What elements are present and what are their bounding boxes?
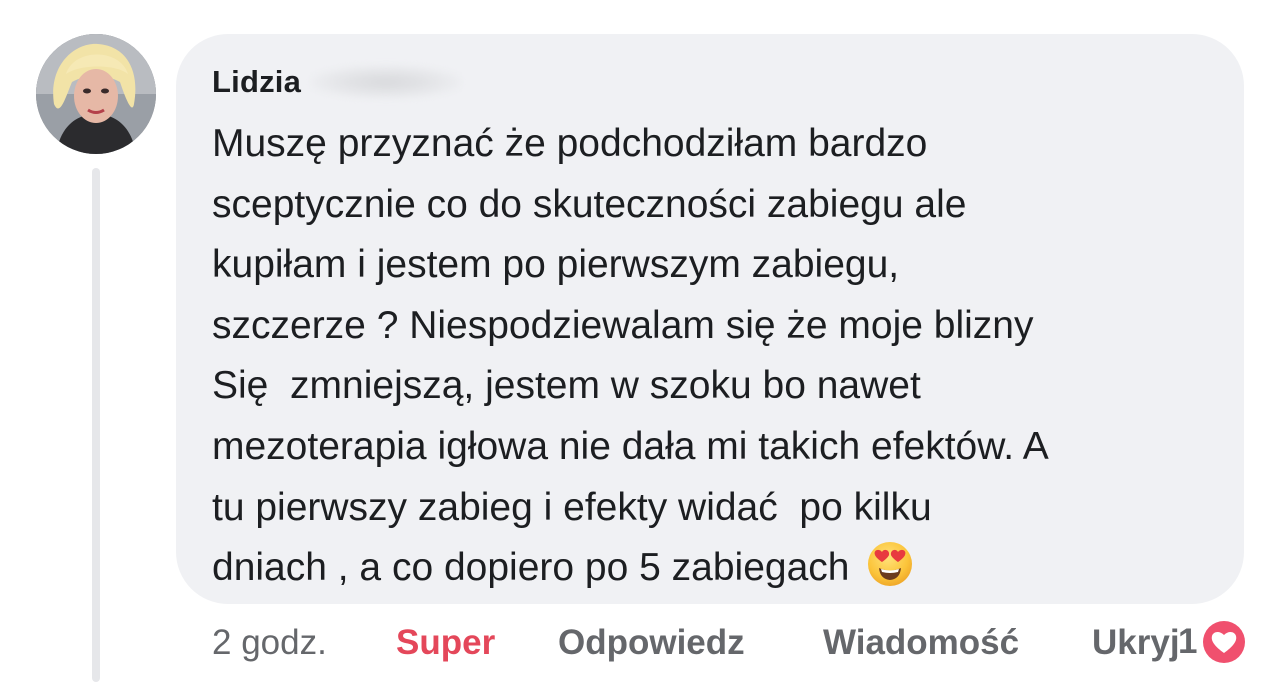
comment-text: Muszę przyznać że podchodziłam bardzo sc… xyxy=(212,114,1222,599)
comment-line: kupiłam i jestem po pierwszym zabiegu, xyxy=(212,243,900,287)
author-row: Lidzia xyxy=(212,62,462,102)
reaction-summary[interactable]: 1 xyxy=(1178,616,1249,668)
blurred-surname xyxy=(311,65,462,99)
reaction-super-button[interactable]: Super xyxy=(396,618,495,668)
hide-button[interactable]: Ukryj xyxy=(1092,618,1180,668)
thread-line xyxy=(92,168,100,682)
comment-line-text: dniach , a co dopiero po 5 zabiegach xyxy=(212,546,850,590)
comment-thread: Lidzia Muszę przyznać że podchodziłam ba… xyxy=(0,0,1284,682)
avatar[interactable] xyxy=(36,34,156,154)
comment-line: tu pierwszy zabieg i efekty widać po kil… xyxy=(212,485,932,529)
heart-eyes-emoji-icon xyxy=(868,542,913,587)
comment-line: szczerze ? Niespodziewalam się że moje b… xyxy=(212,303,1034,347)
comment-line: sceptycznie co do skuteczności zabiegu a… xyxy=(212,182,967,226)
message-button[interactable]: Wiadomość xyxy=(823,618,1019,668)
heart-reaction-icon xyxy=(1200,618,1249,666)
timestamp[interactable]: 2 godz. xyxy=(212,618,327,668)
author-name[interactable]: Lidzia xyxy=(212,64,301,100)
comment-line: mezoterapia igłowa nie dała mi takich ef… xyxy=(212,424,1049,468)
comment-line: Muszę przyznać że podchodziłam bardzo xyxy=(212,122,928,165)
reaction-count: 1 xyxy=(1178,622,1198,661)
avatar-image xyxy=(36,34,156,154)
comment-line: Się zmniejszą, jestem w szoku bo nawet xyxy=(212,364,921,408)
comment-line-last: dniach , a co dopiero po 5 zabiegach xyxy=(212,538,1222,599)
reply-button[interactable]: Odpowiedz xyxy=(558,618,745,668)
comment-bubble: Lidzia Muszę przyznać że podchodziłam ba… xyxy=(176,34,1244,604)
